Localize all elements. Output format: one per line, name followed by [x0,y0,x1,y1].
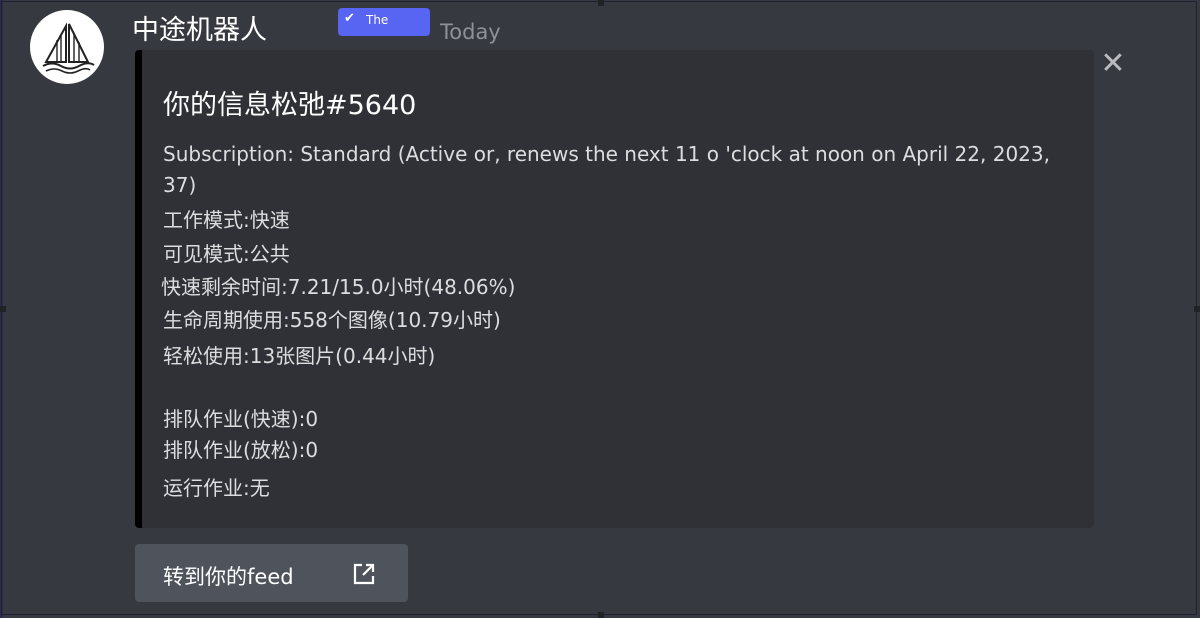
relaxed-usage-line: 轻松使用:13张图片(0.44小时) [163,344,436,368]
bot-tag-label: The [366,13,389,27]
external-link-icon [353,563,375,585]
queued-jobs-fast-line: 排队作业(快速):0 [163,407,319,431]
resize-handle-right[interactable] [1194,306,1200,312]
go-to-feed-label: 转到你的feed [163,565,294,589]
resize-handle-top[interactable] [598,0,604,6]
bot-tag: ✔ The [338,8,430,36]
username[interactable]: 中途机器人 [132,8,267,47]
resize-handle-bottom[interactable] [598,612,604,618]
go-to-feed-button[interactable]: 转到你的feed [135,544,408,602]
visibility-mode-line: 可见模式:公共 [163,242,290,266]
job-mode-line: 工作模式:快速 [163,208,290,232]
embed-title: 你的信息松弛#5640 [163,90,417,121]
subscription-line: Subscription: Standard (Active or, renew… [163,142,1050,197]
close-icon[interactable]: ✕ [1099,49,1127,79]
avatar[interactable] [30,10,104,84]
lifetime-usage-line: 生命周期使用:558个图像(10.79小时) [163,308,501,332]
resize-handle-left[interactable] [0,306,6,312]
running-jobs-line: 运行作业:无 [163,476,270,500]
fast-time-remaining-line: 快速剩余时间:7.21/15.0小时(48.06%) [161,275,516,299]
sailboat-icon [42,22,95,74]
queued-jobs-relax-line: 排队作业(放松):0 [163,438,319,462]
check-icon: ✔ [344,11,355,26]
embed-card: 你的信息松弛#5640 Subscription: Standard (Acti… [135,50,1094,528]
